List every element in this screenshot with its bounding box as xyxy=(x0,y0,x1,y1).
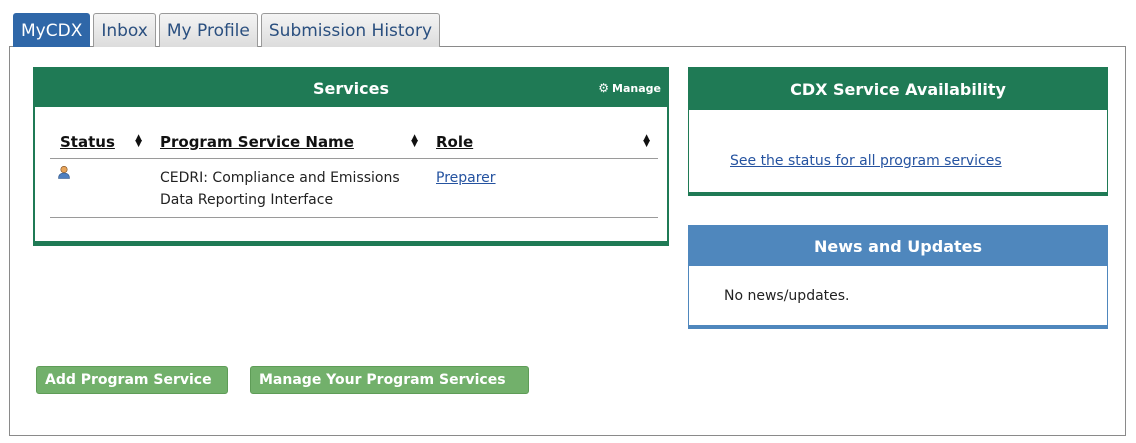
user-icon xyxy=(58,165,70,179)
tab-my-profile[interactable]: My Profile xyxy=(158,13,258,47)
sort-icon[interactable]: ▲ ▼ xyxy=(411,133,418,148)
add-program-service-button[interactable]: Add Program Service xyxy=(36,366,228,394)
news-body: No news/updates. xyxy=(724,288,850,304)
column-status-label: Status xyxy=(60,132,115,151)
availability-title: CDX Service Availability xyxy=(689,68,1107,110)
table-row: CEDRI: Compliance and Emissions Data Rep… xyxy=(50,158,658,218)
manage-program-services-button[interactable]: Manage Your Program Services xyxy=(250,366,529,394)
service-availability-panel: CDX Service Availability See the status … xyxy=(688,67,1108,196)
tab-inbox[interactable]: Inbox xyxy=(93,13,156,47)
tab-submission-history[interactable]: Submission History xyxy=(260,13,441,47)
manage-services-link[interactable]: ⚙ Manage xyxy=(598,81,661,95)
column-name-label: Program Service Name xyxy=(160,132,354,151)
tab-mycdx[interactable]: MyCDX xyxy=(13,13,91,47)
main-tabs: MyCDX Inbox My Profile Submission Histor… xyxy=(13,13,441,47)
role-link[interactable]: Preparer xyxy=(436,170,496,186)
gear-icon: ⚙ xyxy=(598,81,610,95)
column-header-program-service-name[interactable]: Program Service Name ▲ ▼ xyxy=(150,126,426,159)
manage-label: Manage xyxy=(612,81,661,95)
news-panel: News and Updates No news/updates. xyxy=(688,225,1108,329)
column-header-role[interactable]: Role ▲ ▼ xyxy=(426,126,658,159)
services-title: Services xyxy=(312,78,390,98)
services-table: Status ▲ ▼ Program Service Name ▲ ▼ Role ▲… xyxy=(50,126,658,218)
news-title: News and Updates xyxy=(689,226,1107,266)
sort-icon[interactable]: ▲ ▼ xyxy=(643,133,650,148)
service-status-link[interactable]: See the status for all program services xyxy=(730,153,1002,169)
column-header-status[interactable]: Status ▲ ▼ xyxy=(50,126,150,159)
role-cell: Preparer xyxy=(426,158,658,218)
status-cell xyxy=(50,158,150,218)
column-role-label: Role xyxy=(436,132,474,151)
services-header: Services ⚙ Manage xyxy=(35,69,667,107)
program-service-name: CEDRI: Compliance and Emissions Data Rep… xyxy=(150,158,426,218)
sort-icon[interactable]: ▲ ▼ xyxy=(135,133,142,148)
